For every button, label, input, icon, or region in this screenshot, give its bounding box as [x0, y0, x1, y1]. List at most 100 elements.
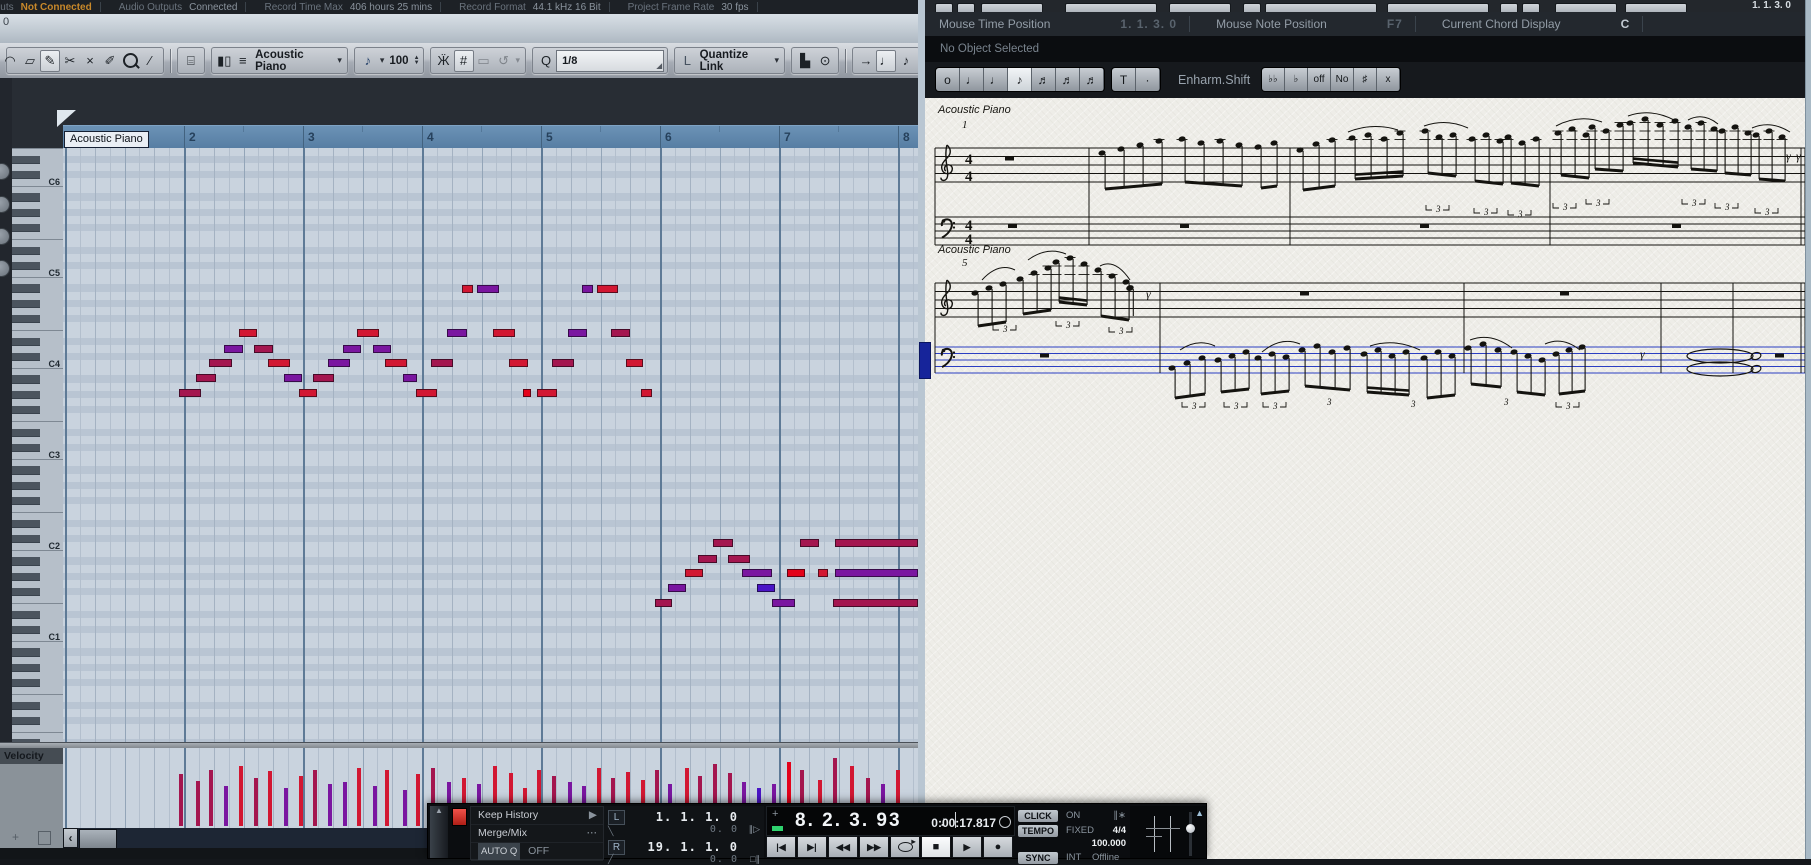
- velocity-bar[interactable]: [343, 782, 347, 826]
- midi-note[interactable]: [254, 345, 273, 353]
- score-toolbar-fragment[interactable]: [981, 3, 1043, 12]
- chevron-down-icon[interactable]: ▾: [380, 55, 385, 66]
- velocity-bar[interactable]: [357, 768, 361, 826]
- midi-note[interactable]: [343, 345, 361, 353]
- note-grid[interactable]: [63, 148, 918, 742]
- score-toolbar-fragment[interactable]: [1555, 3, 1617, 12]
- midi-note[interactable]: [493, 329, 515, 337]
- midi-note[interactable]: [552, 359, 574, 367]
- song-position-value[interactable]: 8. 2. 3. 93: [795, 810, 902, 832]
- midi-note[interactable]: [787, 569, 805, 577]
- length-quantize-value[interactable]: Quantize Link: [700, 49, 770, 73]
- note-value-button[interactable]: ♬: [1032, 68, 1056, 91]
- enharm-button[interactable]: ♭: [1285, 68, 1308, 91]
- note-value-button[interactable]: ♬: [1080, 68, 1104, 91]
- midi-note[interactable]: [523, 389, 531, 397]
- score-toolbar-fragment[interactable]: [1625, 3, 1687, 12]
- velocity-bar[interactable]: [209, 770, 213, 826]
- left-locator-value[interactable]: 1. 1. 1. 0: [656, 810, 738, 824]
- velocity-bar[interactable]: [328, 784, 332, 826]
- tuplet-button[interactable]: T: [1112, 68, 1136, 91]
- midi-note[interactable]: [385, 359, 407, 367]
- black-key[interactable]: [12, 375, 40, 384]
- enharm-button[interactable]: ♭♭: [1262, 68, 1285, 91]
- black-key[interactable]: [12, 717, 40, 726]
- midi-note[interactable]: [757, 584, 775, 592]
- mute-tool-icon[interactable]: ×: [80, 50, 100, 72]
- black-key[interactable]: [12, 284, 40, 293]
- sync-button[interactable]: SYNC: [1018, 852, 1058, 864]
- step-bars-icon[interactable]: ▙: [795, 50, 815, 72]
- tempo-value[interactable]: 100.000: [1092, 838, 1126, 849]
- scissors-tool-icon[interactable]: ✂: [60, 50, 80, 72]
- midi-note[interactable]: [800, 539, 819, 547]
- play-button[interactable]: ▶: [952, 836, 982, 858]
- score-toolbar-fragment[interactable]: [1065, 3, 1157, 12]
- black-key[interactable]: [12, 611, 40, 620]
- expand-icon[interactable]: ▲: [1195, 808, 1204, 818]
- midi-note[interactable]: [835, 539, 918, 547]
- panel-knob[interactable]: [0, 260, 10, 277]
- slider-knob[interactable]: [1186, 824, 1195, 833]
- auto-quantize-item[interactable]: AUTO Q OFF: [471, 843, 603, 861]
- zoom-tool-icon[interactable]: [120, 50, 140, 72]
- piano-keyboard[interactable]: C6C5C4C3C2C1: [12, 148, 65, 742]
- selected-staff-marker[interactable]: [919, 342, 931, 379]
- line-tool-icon[interactable]: ∕: [140, 50, 160, 72]
- score-toolbar-fragment[interactable]: [1387, 3, 1489, 12]
- black-key[interactable]: [12, 588, 40, 597]
- velocity-bar[interactable]: [299, 776, 303, 826]
- acoustic-feedback-button[interactable]: ⌸: [177, 47, 205, 74]
- velocity-bar[interactable]: [239, 766, 243, 826]
- black-key[interactable]: [12, 300, 40, 309]
- midi-note[interactable]: [568, 329, 587, 337]
- black-key[interactable]: [12, 497, 40, 506]
- edited-part-label[interactable]: Acoustic Piano: [255, 49, 332, 73]
- lane-presets-icon[interactable]: [38, 831, 51, 845]
- velocity-bar[interactable]: [416, 774, 420, 826]
- black-key[interactable]: [12, 573, 40, 582]
- cycle-button[interactable]: [890, 836, 920, 858]
- midi-note[interactable]: [239, 329, 257, 337]
- black-key[interactable]: [12, 466, 40, 475]
- velocity-bar[interactable]: [196, 781, 200, 826]
- score-toolbar-fragment[interactable]: [957, 3, 975, 12]
- keep-history-item[interactable]: Keep History ▶: [471, 807, 603, 825]
- scroll-left-icon[interactable]: ‹: [63, 828, 78, 848]
- midi-note[interactable]: [373, 345, 391, 353]
- black-key[interactable]: [12, 626, 40, 635]
- black-key[interactable]: [12, 535, 40, 544]
- score-toolbar-fragment[interactable]: [1243, 3, 1261, 12]
- go-start-button[interactable]: |◀: [766, 836, 796, 858]
- rewind-button[interactable]: ◀◀: [828, 836, 858, 858]
- velocity-bar[interactable]: [403, 790, 407, 826]
- right-locator-button[interactable]: R: [608, 840, 625, 855]
- enharm-button[interactable]: ♯: [1354, 68, 1377, 91]
- midi-note[interactable]: [685, 569, 703, 577]
- midi-note[interactable]: [416, 389, 437, 397]
- note-value-button[interactable]: ♬: [1056, 68, 1080, 91]
- score-toolbar-fragment[interactable]: [935, 3, 953, 12]
- chevron-down-icon[interactable]: ▾: [775, 55, 780, 66]
- midi-note[interactable]: [698, 555, 717, 563]
- scrollbar-thumb[interactable]: [79, 829, 117, 849]
- midi-note[interactable]: [582, 285, 593, 293]
- level-slider[interactable]: [1189, 812, 1192, 856]
- black-key[interactable]: [12, 679, 40, 688]
- midi-note[interactable]: [742, 569, 772, 577]
- record-button[interactable]: ●: [983, 836, 1013, 858]
- midi-note[interactable]: [284, 374, 302, 382]
- left-locator-button[interactable]: L: [608, 810, 625, 825]
- velocity-bar[interactable]: [385, 770, 389, 826]
- midi-note[interactable]: [313, 374, 334, 382]
- black-key[interactable]: [12, 664, 40, 673]
- crossfade-icon[interactable]: Ӝ: [434, 50, 454, 72]
- midi-note[interactable]: [299, 389, 317, 397]
- black-key[interactable]: [12, 353, 40, 362]
- black-key[interactable]: [12, 482, 40, 491]
- black-key[interactable]: [12, 193, 40, 202]
- score-toolbar-fragment[interactable]: [1265, 3, 1377, 12]
- stop-button[interactable]: ■: [921, 836, 951, 858]
- right-locator-value[interactable]: 19. 1. 1. 0: [648, 840, 738, 854]
- midi-note[interactable]: [818, 569, 828, 577]
